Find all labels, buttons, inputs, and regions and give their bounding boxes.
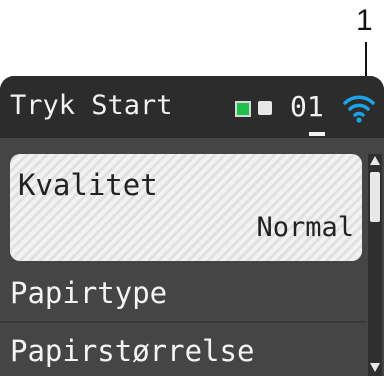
menu-item-value: Normal <box>256 212 354 243</box>
callout-number: 1 <box>356 4 373 37</box>
menu-item-papirtype[interactable]: Papirtype <box>0 266 366 322</box>
scroll-down-icon[interactable] <box>370 363 380 372</box>
status-bar: Tryk Start 01 <box>0 76 384 138</box>
menu-item-label: Papirstørrelse <box>10 334 255 368</box>
lcd-screen: Tryk Start 01 Kvalitet Normal Papirtype … <box>0 76 384 376</box>
status-text: Tryk Start <box>10 90 173 121</box>
scroll-thumb[interactable] <box>370 172 380 222</box>
menu-item-label: Papirtype <box>10 276 168 310</box>
copies-count[interactable]: 01 <box>290 90 324 123</box>
copies-underline <box>309 132 325 136</box>
color-indicator-green-icon <box>235 101 251 117</box>
menu-separator <box>0 321 366 323</box>
menu-item-papirstorrelse[interactable]: Papirstørrelse <box>0 324 366 376</box>
scrollbar[interactable] <box>368 154 382 376</box>
scroll-up-icon[interactable] <box>370 156 380 165</box>
color-indicator-white-icon <box>258 101 272 115</box>
menu-item-label: Kvalitet <box>18 168 158 202</box>
menu-item-kvalitet[interactable]: Kvalitet Normal <box>10 154 362 261</box>
wifi-icon[interactable] <box>342 88 376 124</box>
